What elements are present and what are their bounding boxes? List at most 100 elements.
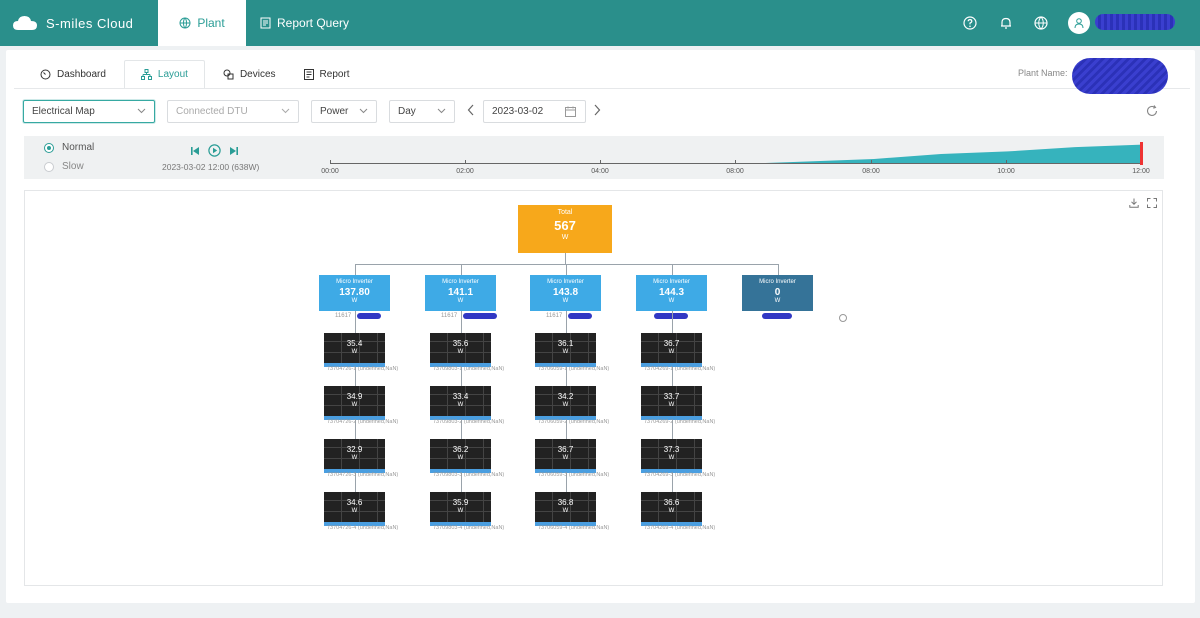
solar-panel[interactable]: 34.6 W (324, 492, 385, 526)
redacted-plant-name (1072, 58, 1168, 94)
redacted-serial (463, 313, 497, 319)
panel-value: 35.4 (346, 339, 363, 348)
report-icon (260, 17, 271, 29)
solar-panel[interactable]: 34.2 W (535, 386, 596, 420)
panel-value: 36.7 (663, 339, 680, 348)
timeline-tick-label: 08:00 (862, 168, 880, 175)
panel-label: 73709803-3 (undefined,NaN) (433, 472, 505, 478)
playback-time-readout: 2023-03-02 12:00 (638W) (162, 162, 260, 172)
globe-icon[interactable] (1033, 15, 1049, 31)
nav-report-query[interactable]: Report Query (260, 0, 349, 46)
micro-inverter-node[interactable]: Micro Inverter 144.3 W (636, 275, 707, 311)
fullscreen-icon[interactable] (1147, 198, 1157, 208)
solar-panel[interactable]: 34.9 W (324, 386, 385, 420)
bell-icon[interactable] (998, 15, 1014, 31)
dtu-select[interactable]: Connected DTU (167, 100, 299, 123)
panel-value: 34.9 (346, 392, 363, 401)
tab-dashboard[interactable]: Dashboard (30, 60, 116, 88)
map-type-select[interactable]: Electrical Map (23, 100, 155, 123)
timeline-tick-label: 10:00 (997, 168, 1015, 175)
panel-label: 73709803-1 (undefined,NaN) (433, 366, 505, 372)
solar-panel[interactable]: 37.3 W (641, 439, 702, 473)
solar-panel[interactable]: 36.7 W (641, 333, 702, 367)
panel-unit: W (562, 402, 569, 408)
micro-inverter-node[interactable]: Micro Inverter 143.8 W (530, 275, 601, 311)
inverter-label: Micro Inverter (442, 279, 479, 285)
nav-plant[interactable]: Plant (158, 0, 246, 46)
tab-layout[interactable]: Layout (123, 60, 205, 88)
micro-inverter-node[interactable]: Micro Inverter 0 W (742, 275, 813, 311)
avatar[interactable] (1068, 12, 1090, 34)
timeline-tick-label: 08:00 (726, 168, 744, 175)
playhead-marker[interactable] (1140, 142, 1143, 165)
micro-inverter-node[interactable]: Micro Inverter 141.1 W (425, 275, 496, 311)
period-select[interactable]: Day (389, 100, 455, 123)
solar-panel[interactable]: 36.2 W (430, 439, 491, 473)
panel-unit: W (668, 508, 675, 514)
solar-panel[interactable]: 36.7 W (535, 439, 596, 473)
solar-panel[interactable]: 33.7 W (641, 386, 702, 420)
micro-inverter-node[interactable]: Micro Inverter 137.80 W (319, 275, 390, 311)
play-icon[interactable] (208, 144, 221, 157)
refresh-icon[interactable] (1146, 105, 1158, 117)
panel-value: 35.6 (452, 339, 469, 348)
redacted-serial (762, 313, 792, 319)
speed-normal-radio[interactable]: Normal (44, 142, 94, 153)
solar-panel[interactable]: 36.8 W (535, 492, 596, 526)
prev-date-button[interactable] (467, 104, 475, 116)
panel-unit: W (351, 402, 358, 408)
brand-name: S-miles Cloud (46, 15, 134, 31)
brand-logo[interactable]: S-miles Cloud (12, 12, 133, 34)
skip-start-icon[interactable] (190, 146, 200, 156)
redacted-serial (568, 313, 592, 319)
report-icon (303, 68, 314, 80)
help-icon[interactable] (962, 15, 978, 31)
panel-label: 73706059-3 (undefined,NaN) (538, 472, 610, 478)
speed-normal-label: Normal (62, 142, 95, 153)
inverter-unit: W (774, 298, 781, 304)
skip-end-icon[interactable] (229, 146, 239, 156)
inverter-value: 0 (774, 287, 781, 298)
redacted-serial (357, 313, 381, 319)
inverter-serial: 11617 (335, 313, 352, 319)
inverter-serial: 11617 (441, 313, 458, 319)
globe-grid-icon (179, 17, 191, 29)
solar-panel[interactable]: 35.6 W (430, 333, 491, 367)
solar-panel[interactable]: 35.9 W (430, 492, 491, 526)
next-date-button[interactable] (593, 104, 601, 116)
solar-panel[interactable]: 36.6 W (641, 492, 702, 526)
panel-value: 36.1 (557, 339, 574, 348)
total-value: 567 (554, 218, 576, 233)
tab-report-label: Report (319, 68, 350, 80)
panel-unit: W (457, 508, 464, 514)
inverter-label: Micro Inverter (759, 279, 796, 285)
panel-value: 32.9 (346, 445, 363, 454)
panel-unit: W (668, 455, 675, 461)
tab-report[interactable]: Report (294, 60, 360, 88)
timeline-tick-label: 00:00 (321, 168, 339, 175)
panel-label: 73704269-1 (undefined,NaN) (644, 366, 716, 372)
chevron-down-icon (359, 108, 368, 114)
panel-unit: W (668, 349, 675, 355)
total-power-node[interactable]: Total 567 W (518, 205, 612, 253)
tab-devices[interactable]: Devices (213, 60, 286, 88)
panel-value: 34.6 (346, 498, 363, 507)
chevron-down-icon (137, 108, 146, 114)
devices-icon (223, 69, 234, 79)
panel-value: 36.7 (557, 445, 574, 454)
metric-select[interactable]: Power (311, 100, 377, 123)
panel-label: 73706059-1 (undefined,NaN) (538, 366, 610, 372)
download-icon[interactable] (1129, 198, 1139, 208)
tab-layout-label: Layout (157, 69, 188, 80)
inverter-value: 144.3 (658, 287, 685, 298)
speed-slow-radio[interactable]: Slow (44, 161, 84, 172)
solar-panel[interactable]: 32.9 W (324, 439, 385, 473)
chevron-down-icon (437, 108, 446, 114)
date-picker[interactable]: 2023-03-02 (483, 100, 586, 123)
panel-label: 73709803-4 (undefined,NaN) (433, 525, 505, 531)
solar-panel[interactable]: 35.4 W (324, 333, 385, 367)
solar-panel[interactable]: 36.1 W (535, 333, 596, 367)
panel-unit: W (562, 508, 569, 514)
connector-line (565, 264, 567, 275)
solar-panel[interactable]: 33.4 W (430, 386, 491, 420)
